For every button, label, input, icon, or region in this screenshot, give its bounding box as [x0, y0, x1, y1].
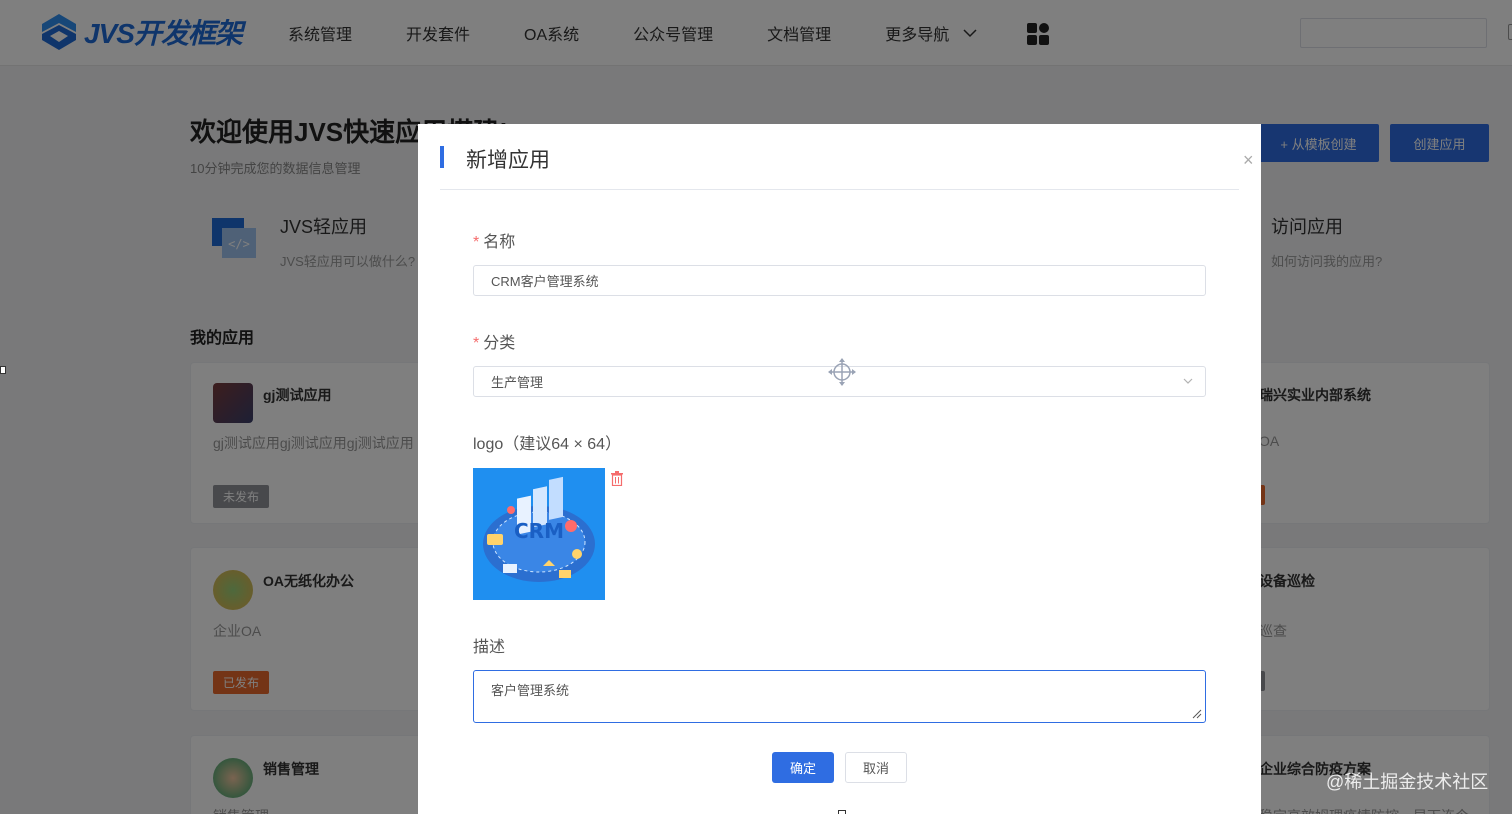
- category-value: 生产管理: [491, 375, 544, 390]
- logo-preview-image[interactable]: CRM: [473, 468, 605, 600]
- cancel-button[interactable]: 取消: [845, 752, 907, 783]
- name-input[interactable]: CRM客户管理系统: [473, 265, 1206, 296]
- trash-icon[interactable]: [610, 471, 624, 486]
- confirm-button[interactable]: 确定: [772, 752, 834, 783]
- svg-text:CRM: CRM: [514, 519, 564, 543]
- name-label: * 名称: [473, 234, 516, 251]
- description-label: 描述: [473, 639, 506, 656]
- new-app-dialog: 新增应用 × * 名称 CRM客户管理系统 * 分类 生产管理 logo（建议64 …: [418, 124, 1261, 814]
- required-mark: *: [473, 234, 480, 251]
- crm-illustration: CRM: [473, 468, 605, 600]
- logo-label: logo（建议64 × 64）: [473, 436, 622, 453]
- chevron-down-icon: [1183, 378, 1193, 384]
- title-accent-bar: [440, 146, 444, 168]
- description-value: 客户管理系统: [491, 683, 570, 698]
- resize-handle[interactable]: [0, 366, 6, 374]
- category-label: * 分类: [473, 335, 516, 352]
- resize-grip-icon[interactable]: [1192, 709, 1202, 719]
- dialog-title: 新增应用: [466, 149, 550, 172]
- required-mark: *: [473, 335, 480, 352]
- move-cursor-icon: [828, 358, 856, 386]
- dialog-header: 新增应用 ×: [440, 124, 1254, 190]
- close-icon[interactable]: ×: [1243, 150, 1254, 171]
- watermark: @稀土掘金技术社区: [1326, 772, 1489, 792]
- resize-handle[interactable]: [838, 810, 846, 814]
- description-textarea[interactable]: 客户管理系统: [473, 670, 1206, 723]
